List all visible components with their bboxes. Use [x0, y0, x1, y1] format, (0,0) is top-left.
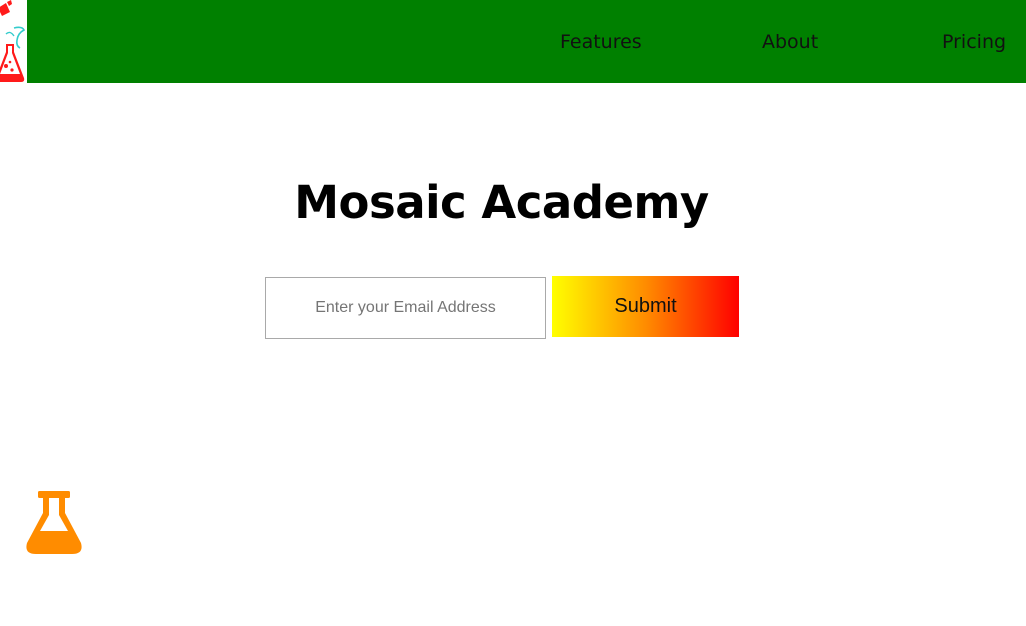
- header-bar: Features About Pricing: [0, 0, 1026, 83]
- nav-about-link[interactable]: About: [762, 31, 818, 53]
- flask-logo-icon[interactable]: [0, 0, 27, 83]
- submit-button[interactable]: Submit: [552, 276, 739, 337]
- page-title: Mosaic Academy: [294, 176, 709, 229]
- nav-pricing-link[interactable]: Pricing: [942, 31, 1006, 53]
- nav-features-link[interactable]: Features: [560, 31, 642, 53]
- flask-icon: [26, 491, 82, 554]
- email-input[interactable]: [265, 277, 546, 339]
